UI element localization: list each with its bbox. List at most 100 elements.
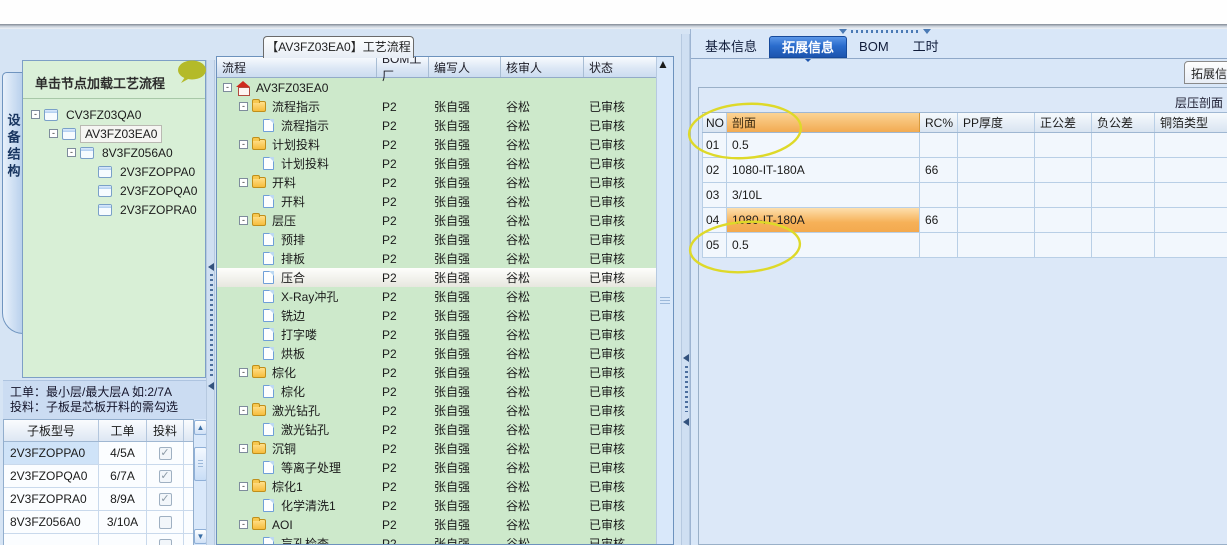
splitter-collapse-icon[interactable]	[683, 354, 689, 362]
splitter-collapse-icon[interactable]	[208, 382, 214, 390]
col-flow[interactable]: 流程	[217, 57, 377, 77]
device-tree-item[interactable]: - 2V3FZOPPA0	[23, 162, 205, 181]
flow-row[interactable]: - 激光钻孔 P2 张自强 谷松 已审核	[217, 420, 673, 439]
feeding-checkbox[interactable]	[158, 538, 172, 545]
device-tree-item[interactable]: - CV3FZ03QA0	[23, 105, 205, 124]
detail-tab-工时[interactable]: 工时	[901, 36, 951, 58]
lamination-row[interactable]: 01 0.5	[702, 133, 1227, 158]
col-neg-tol[interactable]: 负公差	[1092, 113, 1155, 132]
scroll-up-icon[interactable]: ▲	[657, 57, 673, 71]
expand-box-icon[interactable]: -	[239, 520, 248, 529]
subboard-row[interactable]: 2V3FZOPPA0 4/5A ✓	[4, 442, 193, 465]
flow-row[interactable]: - 化学清洗1 P2 张自强 谷松 已审核	[217, 496, 673, 515]
status-cell: 已审核	[589, 157, 626, 171]
flow-row[interactable]: - 烘板 P2 张自强 谷松 已审核	[217, 344, 673, 363]
subboard-row[interactable]: 2V3FZOPQA0 6/7A ✓	[4, 465, 193, 488]
subboard-row[interactable]: 2V3FZOPRA0 8/9A ✓	[4, 488, 193, 511]
flow-row[interactable]: - 激光钻孔 P2 张自强 谷松 已审核	[217, 401, 673, 420]
corner-tab-extended-info[interactable]: 拓展信息	[1184, 61, 1227, 84]
flow-row[interactable]: - X-Ray冲孔 P2 张自强 谷松 已审核	[217, 287, 673, 306]
col-status[interactable]: 状态	[584, 57, 656, 77]
scrollbar-thumb[interactable]	[657, 71, 673, 305]
col-section[interactable]: 剖面	[727, 113, 920, 132]
device-tree-item[interactable]: - 2V3FZOPRA0	[23, 200, 205, 219]
tab-device-structure[interactable]: 设备结构	[2, 72, 23, 334]
device-tree-item[interactable]: - AV3FZ03EA0	[23, 124, 205, 143]
col-foil-type[interactable]: 铜箔类型	[1155, 113, 1227, 132]
device-tree-item[interactable]: - 8V3FZ056A0	[23, 143, 205, 162]
flow-row[interactable]: - 开料 P2 张自强 谷松 已审核	[217, 173, 673, 192]
flow-row[interactable]: - 排板 P2 张自强 谷松 已审核	[217, 249, 673, 268]
col-pp[interactable]: PP厚度	[958, 113, 1035, 132]
col-pos-tol[interactable]: 正公差	[1035, 113, 1092, 132]
lamination-row[interactable]: 04 1080-IT-180A 66	[702, 208, 1227, 233]
right-splitter[interactable]	[681, 34, 690, 545]
expand-box-icon[interactable]: -	[239, 102, 248, 111]
flow-row[interactable]: - 压合 P2 张自强 谷松 已审核	[217, 268, 673, 287]
splitter-collapse-icon[interactable]	[683, 418, 689, 426]
bom-factory-cell: P2	[382, 270, 397, 285]
flow-row[interactable]: - 流程指示 P2 张自强 谷松 已审核	[217, 97, 673, 116]
device-tree-label: CV3FZ03QA0	[66, 107, 142, 122]
detail-tab-拓展信息[interactable]: 拓展信息	[769, 36, 848, 62]
detail-tab-基本信息[interactable]: 基本信息	[693, 36, 769, 58]
flow-row[interactable]: - 棕化 P2 张自强 谷松 已审核	[217, 363, 673, 382]
splitter-collapse-icon[interactable]	[208, 263, 214, 271]
expand-box-icon[interactable]: -	[239, 140, 248, 149]
col-auditor[interactable]: 核审人	[501, 57, 584, 77]
lamination-row[interactable]: 03 3/10L	[702, 183, 1227, 208]
expand-box-icon[interactable]: -	[239, 406, 248, 415]
flow-row[interactable]: - 铣边 P2 张自强 谷松 已审核	[217, 306, 673, 325]
flow-row[interactable]: - 棕化 P2 张自强 谷松 已审核	[217, 382, 673, 401]
bom-factory-cell: P2	[382, 479, 397, 494]
col-bom-factory[interactable]: BOM工厂	[377, 57, 429, 83]
expand-box-icon[interactable]: -	[31, 110, 40, 119]
expand-box-icon[interactable]: -	[239, 482, 248, 491]
flow-row[interactable]: - 预排 P2 张自强 谷松 已审核	[217, 230, 673, 249]
expand-box-icon[interactable]: -	[239, 444, 248, 453]
expand-box-icon[interactable]: -	[239, 368, 248, 377]
flow-row[interactable]: - 盲孔检查 P2 张自强 谷松 已审核	[217, 534, 673, 545]
feeding-checkbox[interactable]: ✓	[158, 446, 172, 460]
col-writer[interactable]: 编写人	[429, 57, 501, 77]
horizontal-splitter-grip[interactable]	[839, 27, 931, 36]
lamination-row[interactable]: 02 1080-IT-180A 66	[702, 158, 1227, 183]
col-rc[interactable]: RC%	[920, 113, 958, 132]
subboard-row[interactable]: 8V3FZ056A0 3/10A	[4, 511, 193, 534]
flow-row[interactable]: - 流程指示 P2 张自强 谷松 已审核	[217, 116, 673, 135]
feeding-checkbox[interactable]: ✓	[158, 469, 172, 483]
feeding-checkbox[interactable]	[158, 515, 172, 529]
flow-row[interactable]: - 层压 P2 张自强 谷松 已审核	[217, 211, 673, 230]
flow-row[interactable]: - 沉铜 P2 张自强 谷松 已审核	[217, 439, 673, 458]
flow-row[interactable]: - 开料 P2 张自强 谷松 已审核	[217, 192, 673, 211]
process-flow-panel: 流程 BOM工厂 编写人 核审人 状态 - AV3FZ03EA0 - 流程指示 …	[216, 56, 674, 545]
device-tree-item[interactable]: - 2V3FZOPQA0	[23, 181, 205, 200]
expand-box-icon[interactable]: -	[223, 83, 232, 92]
flow-row[interactable]: - AOI P2 张自强 谷松 已审核	[217, 515, 673, 534]
detail-tab-BOM[interactable]: BOM	[847, 36, 901, 58]
flow-row[interactable]: - 计划投料 P2 张自强 谷松 已审核	[217, 135, 673, 154]
writer-cell: 张自强	[434, 404, 471, 418]
flow-row[interactable]: - 等离子处理 P2 张自强 谷松 已审核	[217, 458, 673, 477]
left-splitter[interactable]	[206, 60, 215, 545]
device-tree-label: AV3FZ03EA0	[80, 124, 163, 143]
flow-row[interactable]: - 棕化1 P2 张自强 谷松 已审核	[217, 477, 673, 496]
flow-row[interactable]: - AV3FZ03EA0	[217, 78, 673, 97]
splitter-grip[interactable]	[210, 274, 213, 378]
splitter-grip[interactable]	[685, 366, 688, 412]
expand-box-icon[interactable]: -	[67, 148, 76, 157]
bom-factory-cell: P2	[382, 289, 397, 304]
col-no[interactable]: NO	[702, 113, 727, 132]
feeding-checkbox[interactable]: ✓	[158, 492, 172, 506]
auditor-cell: 谷松	[506, 461, 531, 475]
flow-panel-tab[interactable]: 【AV3FZ03EA0】工艺流程	[263, 36, 414, 58]
flow-row[interactable]: - 打字喽 P2 张自强 谷松 已审核	[217, 325, 673, 344]
expand-box-icon[interactable]: -	[239, 178, 248, 187]
expand-box-icon[interactable]: -	[49, 129, 58, 138]
flow-scrollbar[interactable]: ▲	[656, 57, 673, 544]
auditor-cell: 谷松	[506, 537, 531, 545]
subboard-row[interactable]	[4, 534, 193, 545]
flow-row[interactable]: - 计划投料 P2 张自强 谷松 已审核	[217, 154, 673, 173]
lamination-row[interactable]: 05 0.5	[702, 233, 1227, 258]
expand-box-icon[interactable]: -	[239, 216, 248, 225]
